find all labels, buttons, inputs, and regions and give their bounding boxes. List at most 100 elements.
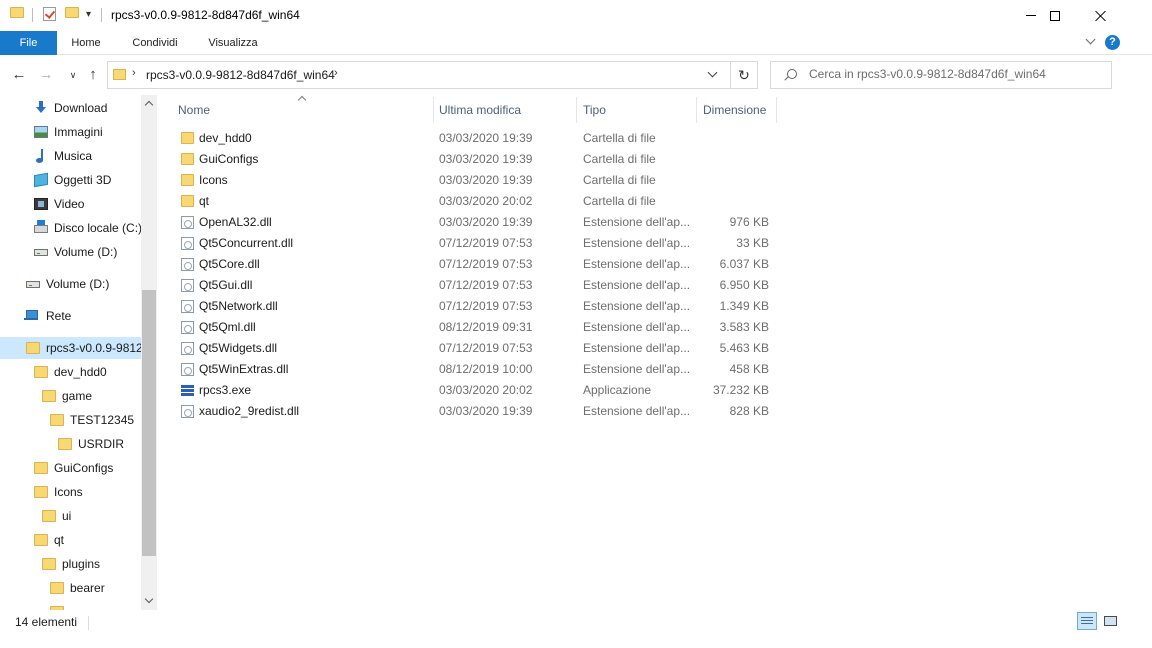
customize-quick-access-icon[interactable]: ▾ xyxy=(86,9,91,20)
tab-file[interactable]: File xyxy=(0,31,57,55)
dll-file-icon xyxy=(181,321,194,334)
sidebar-item-usrdir[interactable]: USRDIR xyxy=(0,433,141,455)
chevron-right-icon[interactable]: › xyxy=(132,67,136,79)
folder-icon xyxy=(58,438,72,450)
sidebar-item-label: Volume (D:) xyxy=(46,277,110,291)
folder-icon xyxy=(50,582,64,594)
sidebar-item-test12345[interactable]: TEST12345 xyxy=(0,409,141,431)
search-box[interactable] xyxy=(770,61,1112,89)
sidebar-scrollbar[interactable] xyxy=(141,95,157,610)
column-header-modified[interactable]: Ultima modifica xyxy=(433,97,577,123)
file-type: Estensione dell'ap... xyxy=(583,362,691,376)
sidebar-item-local-disk-c[interactable]: Disco locale (C:) xyxy=(0,217,141,239)
up-button[interactable]: ↑ xyxy=(84,65,102,85)
sidebar-item-volume-d[interactable]: Volume (D:) xyxy=(0,241,141,263)
file-modified: 07/12/2019 07:53 xyxy=(439,341,533,355)
table-row[interactable]: Qt5Network.dll 07/12/2019 07:53 Estensio… xyxy=(170,296,790,317)
expand-ribbon-icon[interactable] xyxy=(1086,36,1096,46)
help-icon[interactable]: ? xyxy=(1105,35,1120,50)
3d-objects-icon xyxy=(34,172,48,188)
file-modified: 03/03/2020 20:02 xyxy=(439,383,533,397)
scroll-down-button[interactable] xyxy=(141,593,157,610)
folder-icon xyxy=(113,69,126,80)
scroll-up-button[interactable] xyxy=(141,95,157,112)
sidebar-item-download[interactable]: Download xyxy=(0,97,141,119)
sidebar-item-video[interactable]: Video xyxy=(0,193,141,215)
table-row[interactable]: GuiConfigs 03/03/2020 19:39 Cartella di … xyxy=(170,149,790,170)
file-name: qt xyxy=(199,194,210,208)
sidebar-item-volume-d-root[interactable]: Volume (D:) xyxy=(0,273,141,295)
dll-file-icon xyxy=(181,279,194,292)
file-modified: 08/12/2019 09:31 xyxy=(439,320,533,334)
sidebar-item-ui[interactable]: ui xyxy=(0,505,141,527)
table-row[interactable]: Qt5WinExtras.dll 08/12/2019 10:00 Estens… xyxy=(170,359,790,380)
sidebar-item-label: TEST12345 xyxy=(70,413,135,427)
tab-view[interactable]: Visualizza xyxy=(199,31,267,55)
separator xyxy=(101,8,102,22)
sidebar-item-guiconfigs[interactable]: GuiConfigs xyxy=(0,457,141,479)
sidebar-item-label: Immagini xyxy=(54,125,103,139)
forward-button[interactable]: → xyxy=(37,65,55,85)
table-row[interactable]: xaudio2_9redist.dll 03/03/2020 19:39 Est… xyxy=(170,401,790,422)
back-button[interactable]: ← xyxy=(10,65,28,85)
maximize-button[interactable] xyxy=(1032,0,1078,31)
search-icon xyxy=(787,69,797,79)
address-path[interactable]: rpcs3-v0.0.9-9812-8d847d6f_win64 xyxy=(146,68,335,82)
details-view-button[interactable] xyxy=(1077,612,1097,630)
table-row[interactable]: Qt5Widgets.dll 07/12/2019 07:53 Estensio… xyxy=(170,338,790,359)
sidebar-item-partial[interactable] xyxy=(50,601,141,610)
tab-share[interactable]: Condividi xyxy=(122,31,188,55)
sidebar-item-dev-hdd0[interactable]: dev_hdd0 xyxy=(0,361,141,383)
pictures-icon xyxy=(34,126,48,138)
sidebar-item-game[interactable]: game xyxy=(0,385,141,407)
sidebar-item-bearer[interactable]: bearer xyxy=(0,577,141,599)
recent-locations-button[interactable]: ∨ xyxy=(64,65,82,85)
sidebar-item-label: dev_hdd0 xyxy=(54,365,107,379)
file-name: Qt5Network.dll xyxy=(199,299,278,313)
address-dropdown-button[interactable] xyxy=(703,62,725,88)
properties-icon[interactable] xyxy=(43,7,56,21)
ribbon-tabs: File Home Condividi Visualizza ? xyxy=(0,31,1152,55)
folder-icon xyxy=(34,534,48,546)
folder-icon xyxy=(34,366,48,378)
sidebar-item-label: game xyxy=(62,389,93,403)
dll-file-icon xyxy=(181,342,194,355)
sidebar-item-network[interactable]: Rete xyxy=(0,305,141,327)
sidebar-item-icons[interactable]: Icons xyxy=(0,481,141,503)
file-name: rpcs3.exe xyxy=(199,383,252,397)
table-row[interactable]: Qt5Concurrent.dll 07/12/2019 07:53 Esten… xyxy=(170,233,790,254)
table-row[interactable]: Qt5Core.dll 07/12/2019 07:53 Estensione … xyxy=(170,254,790,275)
sidebar-item-pictures[interactable]: Immagini xyxy=(0,121,141,143)
table-row[interactable]: Icons 03/03/2020 19:39 Cartella di file xyxy=(170,170,790,191)
column-header-type[interactable]: Tipo xyxy=(577,97,697,123)
table-row[interactable]: rpcs3.exe 03/03/2020 20:02 Applicazione … xyxy=(170,380,790,401)
file-name: dev_hdd0 xyxy=(199,131,252,145)
sidebar-item-label: qt xyxy=(54,533,65,547)
table-row[interactable]: qt 03/03/2020 20:02 Cartella di file xyxy=(170,191,790,212)
chevron-right-icon[interactable]: › xyxy=(334,67,338,79)
close-button[interactable] xyxy=(1078,0,1124,31)
address-bar[interactable]: › rpcs3-v0.0.9-9812-8d847d6f_win64 › ↻ xyxy=(107,61,758,89)
table-row[interactable]: OpenAL32.dll 03/03/2020 19:39 Estensione… xyxy=(170,212,790,233)
refresh-button[interactable]: ↻ xyxy=(730,62,757,88)
item-count: 14 elementi xyxy=(15,615,78,629)
sidebar-item-rpcs3-folder[interactable]: rpcs3-v0.0.9-9812-8d847d6f_win64 xyxy=(0,337,141,359)
file-name: Qt5Qml.dll xyxy=(199,320,256,334)
dll-file-icon xyxy=(181,258,194,271)
scrollbar-thumb[interactable] xyxy=(142,290,156,556)
table-row[interactable]: Qt5Gui.dll 07/12/2019 07:53 Estensione d… xyxy=(170,275,790,296)
sidebar-item-3d-objects[interactable]: Oggetti 3D xyxy=(0,169,141,191)
large-icons-view-button[interactable] xyxy=(1101,612,1121,630)
search-input[interactable] xyxy=(809,67,1099,81)
sidebar-item-plugins[interactable]: plugins xyxy=(0,553,141,575)
new-folder-icon[interactable] xyxy=(65,7,79,18)
navigation-bar: ← → ∨ ↑ › rpcs3-v0.0.9-9812-8d847d6f_win… xyxy=(0,55,1152,95)
column-header-name[interactable]: Nome xyxy=(172,97,434,123)
sidebar-item-qt[interactable]: qt xyxy=(0,529,141,551)
tab-home[interactable]: Home xyxy=(60,31,112,55)
sidebar-item-label: Download xyxy=(54,101,108,115)
table-row[interactable]: dev_hdd0 03/03/2020 19:39 Cartella di fi… xyxy=(170,128,790,149)
sidebar-item-music[interactable]: Musica xyxy=(0,145,141,167)
column-header-size[interactable]: Dimensione xyxy=(697,97,777,123)
table-row[interactable]: Qt5Qml.dll 08/12/2019 09:31 Estensione d… xyxy=(170,317,790,338)
